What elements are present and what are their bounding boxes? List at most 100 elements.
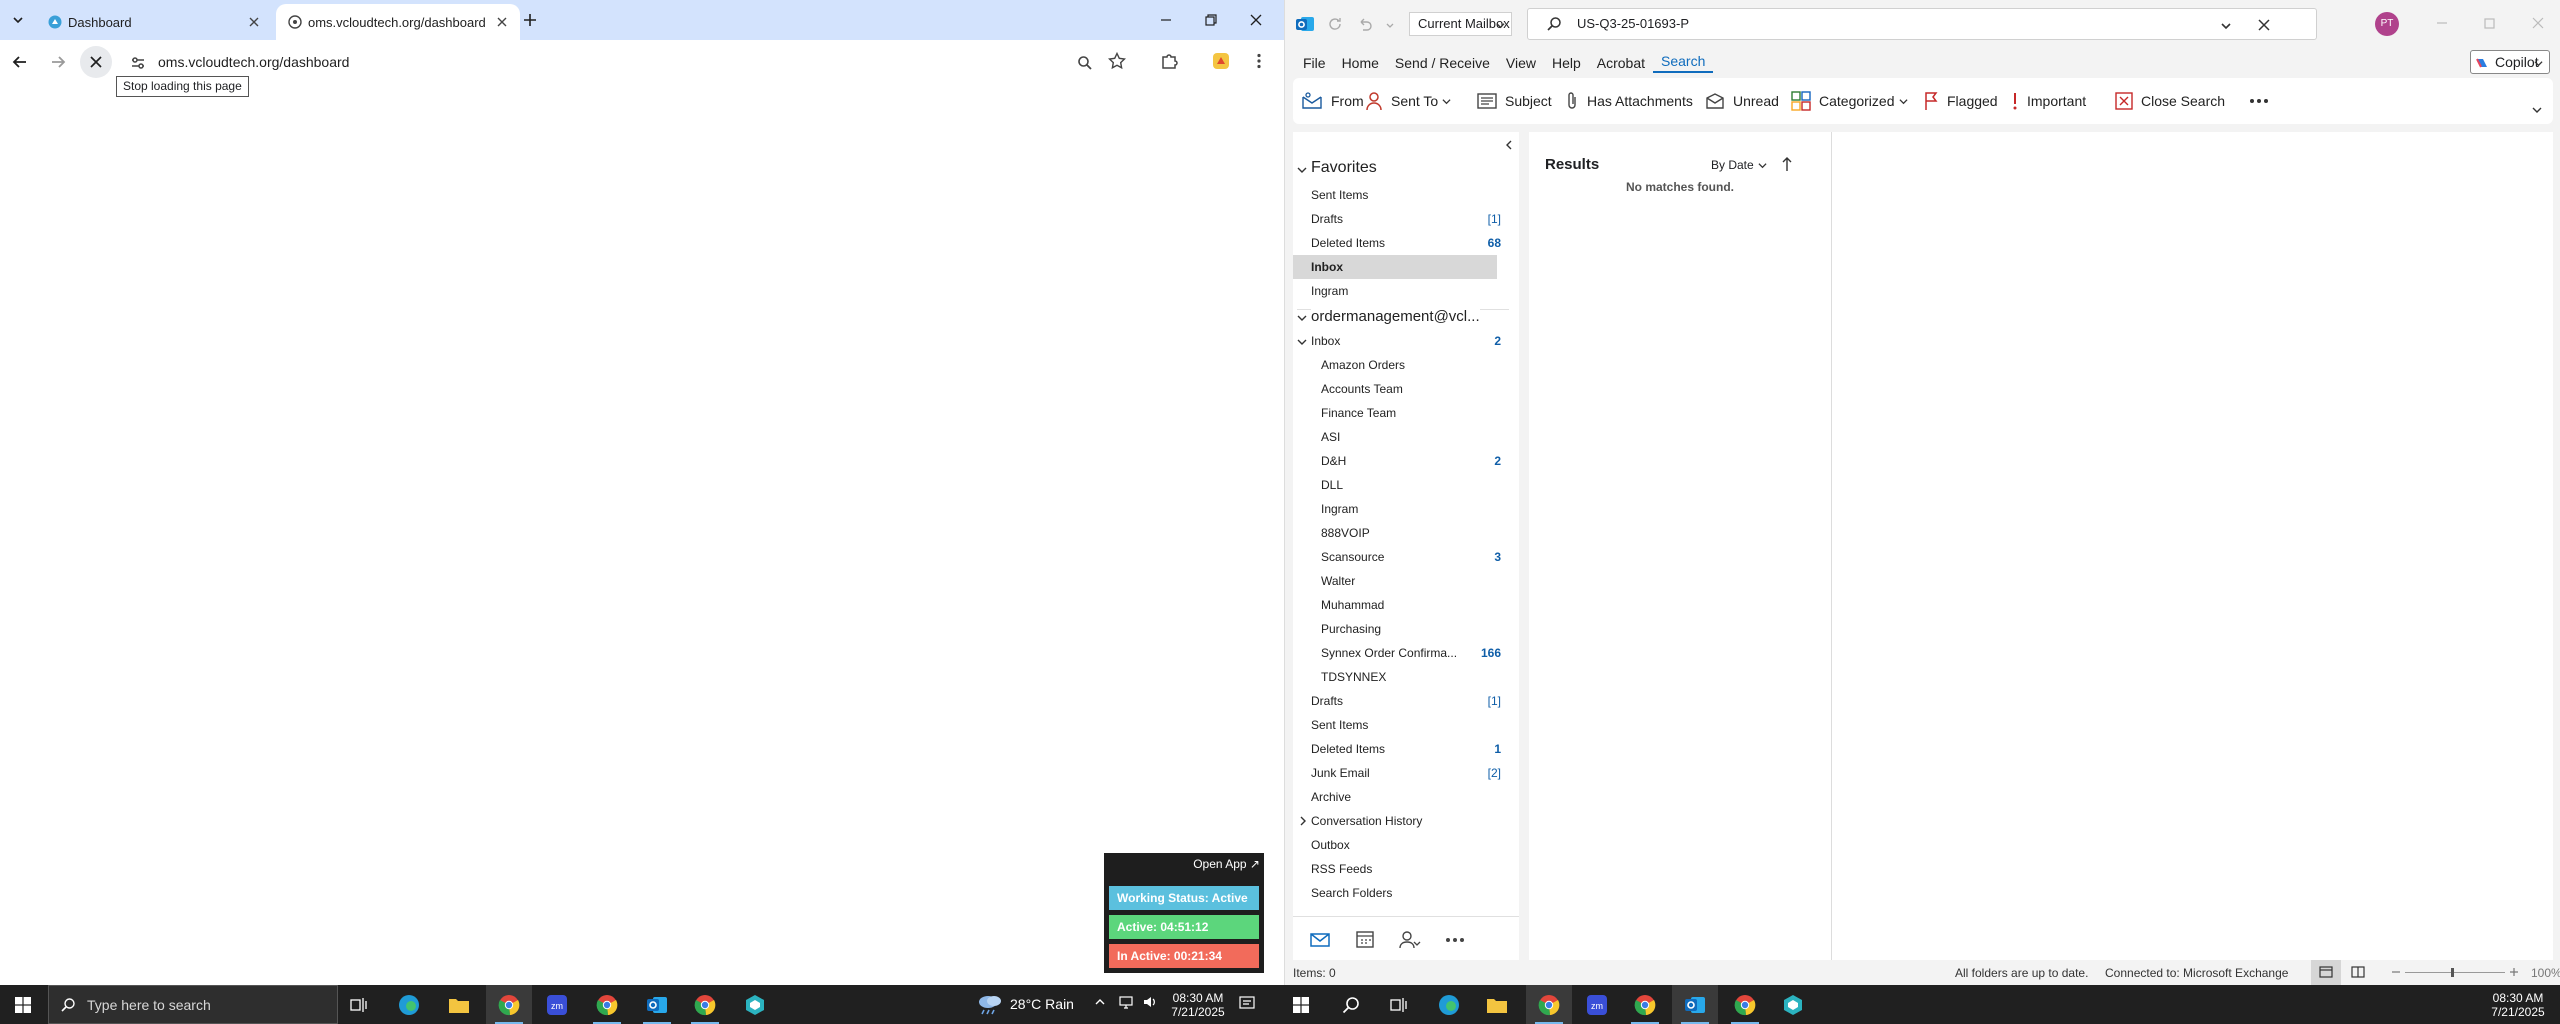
extensions-button[interactable]	[1160, 52, 1178, 70]
task-view-button[interactable]	[336, 985, 382, 1024]
outlook-restore-button[interactable]	[2481, 14, 2499, 32]
quick-access-dropdown-icon[interactable]	[1385, 20, 1395, 30]
tab-help[interactable]: Help	[1544, 55, 1589, 71]
clock-2[interactable]: 08:30 AM 7/21/2025	[2484, 991, 2552, 1019]
fav-sent-items[interactable]: Sent Items	[1293, 183, 1519, 207]
task-view-button-2[interactable]	[1376, 985, 1422, 1024]
tab-send-receive[interactable]: Send / Receive	[1387, 55, 1498, 71]
outlook-minimize-button[interactable]	[2433, 14, 2451, 32]
tab-home[interactable]: Home	[1334, 55, 1387, 71]
taskbar-zoom-app[interactable]: zm	[534, 985, 580, 1024]
calendar-module-button[interactable]	[1355, 929, 1375, 949]
clock[interactable]: 08:30 AM 7/21/2025	[1164, 991, 1232, 1019]
network-icon[interactable]	[1118, 994, 1134, 1010]
new-tab-button[interactable]	[520, 10, 540, 30]
folder-item[interactable]: Conversation History	[1293, 809, 1519, 833]
close-search-button[interactable]: Close Search	[2115, 78, 2225, 124]
browser-menu-button[interactable]	[1250, 52, 1268, 70]
taskbar-chrome-3[interactable]	[682, 985, 728, 1024]
folder-item[interactable]: Finance Team	[1293, 401, 1519, 425]
taskbar-file-explorer-2[interactable]	[1474, 985, 1520, 1024]
avatar[interactable]: PT	[2375, 12, 2399, 36]
collapse-ribbon-button[interactable]	[2531, 104, 2543, 116]
show-hidden-icons-button[interactable]	[1094, 996, 1106, 1008]
search-button-2[interactable]	[1328, 985, 1374, 1024]
folder-item[interactable]: Walter	[1293, 569, 1519, 593]
account-inbox[interactable]: Inbox 2	[1293, 329, 1519, 353]
site-settings-icon[interactable]	[130, 55, 146, 71]
taskbar-search-input[interactable]: Type here to search	[48, 985, 338, 1024]
normal-view-button[interactable]	[2311, 960, 2341, 985]
sync-icon[interactable]	[1327, 16, 1343, 32]
more-modules-button[interactable]	[1445, 937, 1465, 943]
folder-item[interactable]: TDSYNNEX	[1293, 665, 1519, 689]
important-button[interactable]: Important	[2011, 78, 2086, 124]
taskbar-tracker-app[interactable]	[732, 985, 778, 1024]
folder-item[interactable]: Synnex Order Confirma... 166	[1293, 641, 1519, 665]
sort-direction-button[interactable]	[1781, 156, 1793, 172]
folder-item[interactable]: Search Folders	[1293, 881, 1519, 905]
start-button[interactable]	[0, 985, 46, 1024]
search-scope-dropdown[interactable]: Current Mailbox	[1409, 12, 1512, 36]
favorites-header[interactable]: Favorites	[1293, 156, 1519, 182]
taskbar-edge-2[interactable]	[1426, 985, 1472, 1024]
volume-icon[interactable]	[1142, 994, 1158, 1010]
tab-search[interactable]: Search	[1653, 53, 1714, 73]
taskbar-chrome-2[interactable]	[584, 985, 630, 1024]
restore-button[interactable]	[1200, 10, 1220, 30]
folder-item[interactable]: Ingram	[1293, 497, 1519, 521]
folder-item[interactable]: Scansource 3	[1293, 545, 1519, 569]
folder-item[interactable]: Purchasing	[1293, 617, 1519, 641]
zoom-out-button[interactable]	[2391, 966, 2401, 978]
forward-button[interactable]	[48, 52, 68, 72]
copilot-button[interactable]: Copilot	[2470, 50, 2550, 74]
tab-view[interactable]: View	[1498, 55, 1544, 71]
collapse-folder-pane-button[interactable]	[1505, 140, 1513, 150]
close-tab-icon[interactable]	[246, 14, 262, 30]
from-button[interactable]: From	[1301, 78, 1364, 124]
bookmark-star-button[interactable]	[1108, 52, 1126, 70]
taskbar-edge[interactable]	[386, 985, 432, 1024]
flagged-button[interactable]: Flagged	[1923, 78, 1998, 124]
folder-item[interactable]: Drafts [1]	[1293, 689, 1519, 713]
zoom-in-button[interactable]	[2509, 966, 2519, 978]
folder-item[interactable]: Sent Items	[1293, 713, 1519, 737]
close-tab-icon[interactable]	[494, 14, 510, 30]
close-window-button[interactable]	[1246, 10, 1266, 30]
mail-module-button[interactable]	[1309, 929, 1331, 949]
notifications-button[interactable]	[1238, 994, 1256, 1012]
zoom-slider[interactable]	[2405, 972, 2505, 973]
zoom-icon[interactable]	[1077, 55, 1093, 71]
has-attachments-button[interactable]: Has Attachments	[1565, 78, 1693, 124]
folder-item[interactable]: 888VOIP	[1293, 521, 1519, 545]
open-app-link[interactable]: Open App ↗	[1104, 857, 1260, 871]
tab-search-button[interactable]	[8, 10, 28, 30]
back-button[interactable]	[10, 52, 30, 72]
clear-search-icon[interactable]	[2258, 19, 2270, 31]
outlook-close-button[interactable]	[2529, 14, 2547, 32]
folder-item[interactable]: Junk Email [2]	[1293, 761, 1519, 785]
unread-button[interactable]: Unread	[1705, 78, 1779, 124]
sent-to-button[interactable]: Sent To	[1365, 78, 1451, 124]
people-module-button[interactable]	[1399, 929, 1421, 949]
folder-item[interactable]: ASI	[1293, 425, 1519, 449]
folder-item[interactable]: Accounts Team	[1293, 377, 1519, 401]
fav-drafts[interactable]: Drafts [1]	[1293, 207, 1519, 231]
folder-item[interactable]: Amazon Orders	[1293, 353, 1519, 377]
minimize-button[interactable]	[1156, 10, 1176, 30]
taskbar-file-explorer[interactable]	[436, 985, 482, 1024]
tab-oms-dashboard[interactable]: oms.vcloudtech.org/dashboard	[276, 4, 520, 40]
reading-view-button[interactable]	[2351, 966, 2365, 978]
tab-file[interactable]: File	[1295, 55, 1334, 71]
weather-widget[interactable]: 28°C Rain	[976, 992, 1074, 1016]
folder-item[interactable]: Archive	[1293, 785, 1519, 809]
taskbar-outlook-2[interactable]	[1672, 985, 1718, 1024]
fav-inbox[interactable]: Inbox	[1293, 255, 1497, 279]
tab-dashboard[interactable]: Dashboard	[36, 4, 272, 40]
undo-icon[interactable]	[1357, 16, 1373, 32]
folder-item[interactable]: Deleted Items 1	[1293, 737, 1519, 761]
taskbar-zoom-app-2[interactable]: zm	[1574, 985, 1620, 1024]
folder-item[interactable]: Muhammad	[1293, 593, 1519, 617]
taskbar-chrome-active[interactable]	[486, 985, 532, 1024]
zoom-slider-thumb[interactable]	[2451, 968, 2454, 977]
